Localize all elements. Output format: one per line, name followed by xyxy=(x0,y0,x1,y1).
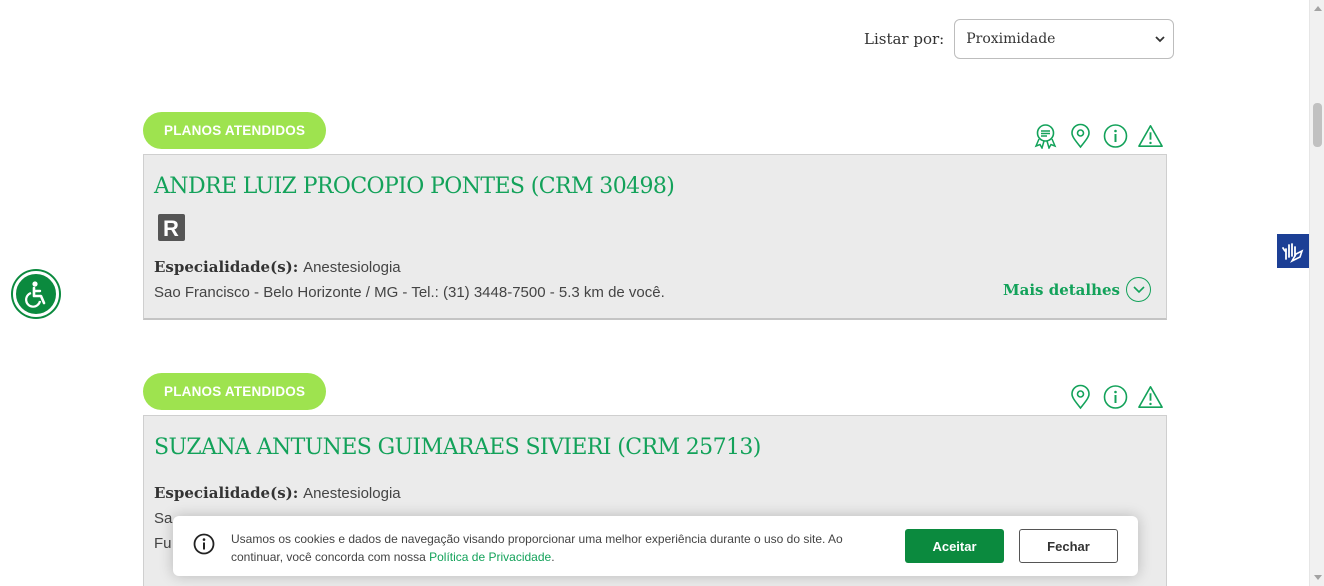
chevron-down-circle-icon xyxy=(1126,277,1151,302)
sort-select[interactable]: Proximidade xyxy=(954,19,1175,59)
cookie-text: Usamos os cookies e dados de navegação v… xyxy=(231,530,851,566)
sort-selected-value: Proximidade xyxy=(966,31,1056,47)
card-icons xyxy=(1033,123,1163,149)
scroll-thumb[interactable] xyxy=(1313,103,1322,147)
cookie-text-line2: continuar, você concorda com nossa xyxy=(231,550,430,564)
award-icon[interactable] xyxy=(1033,123,1058,149)
info-icon[interactable] xyxy=(1103,384,1128,410)
close-cookies-button[interactable]: Fechar xyxy=(1019,529,1118,563)
plans-button[interactable]: PLANOS ATENDIDOS xyxy=(143,373,327,410)
specialty-value: Anestesiologia xyxy=(303,259,401,276)
more-details-button[interactable]: Mais detalhes xyxy=(1003,277,1151,302)
warning-icon[interactable] xyxy=(1138,384,1163,410)
accept-cookies-button[interactable]: Aceitar xyxy=(905,529,1004,563)
cookie-banner: Usamos os cookies e dados de navegação v… xyxy=(173,516,1138,576)
sort-row: Listar por: Proximidade xyxy=(864,19,1175,59)
accessibility-button[interactable] xyxy=(13,271,59,317)
info-icon xyxy=(193,533,215,555)
doctor-card-1: PLANOS ATENDIDOS ANDRE LUIZ PROCOPIO PON… xyxy=(143,112,1167,322)
scroll-down-arrow-icon[interactable] xyxy=(1314,575,1322,580)
map-pin-icon[interactable] xyxy=(1068,384,1093,410)
doctor-name[interactable]: ANDRE LUIZ PROCOPIO PONTES (CRM 30498) xyxy=(154,174,675,199)
address-line: Sa xyxy=(154,510,173,527)
specialty-line: Especialidade(s): Anestesiologia xyxy=(154,258,401,276)
specialty-label: Especialidade(s): xyxy=(154,258,299,276)
specialty-value: Anestesiologia xyxy=(303,485,401,502)
svg-text:R: R xyxy=(163,216,179,241)
doctor-name[interactable]: SUZANA ANTUNES GUIMARAES SIVIERI (CRM 25… xyxy=(154,435,761,460)
privacy-policy-link[interactable]: Política de Privacidade xyxy=(429,550,551,564)
chevron-down-icon xyxy=(1155,36,1165,43)
info-icon[interactable] xyxy=(1103,123,1128,149)
wheelchair-icon xyxy=(25,281,46,308)
scroll-up-arrow-icon[interactable] xyxy=(1314,6,1322,11)
cookie-text-line1: Usamos os cookies e dados de navegação v… xyxy=(231,532,843,546)
specialty-label: Especialidade(s): xyxy=(154,484,299,502)
plans-button[interactable]: PLANOS ATENDIDOS xyxy=(143,112,327,149)
hands-icon xyxy=(1282,243,1304,263)
more-details-label: Mais detalhes xyxy=(1003,280,1120,299)
sort-label: Listar por: xyxy=(864,30,945,48)
doctor-card-body: ANDRE LUIZ PROCOPIO PONTES (CRM 30498) R… xyxy=(143,154,1167,320)
card-icons xyxy=(1068,384,1163,410)
cookie-text-end: . xyxy=(551,550,555,564)
sign-language-button[interactable] xyxy=(1277,234,1309,268)
page: Listar por: Proximidade PLANOS ATENDIDOS… xyxy=(0,0,1324,586)
map-pin-icon[interactable] xyxy=(1068,123,1093,149)
warning-icon[interactable] xyxy=(1138,123,1163,149)
specialty-line: Especialidade(s): Anestesiologia xyxy=(154,484,401,502)
rqe-badge-icon: R xyxy=(158,214,185,241)
address-line: Sao Francisco - Belo Horizonte / MG - Te… xyxy=(154,284,665,301)
address-line-2: Fu xyxy=(154,535,172,552)
scrollbar[interactable] xyxy=(1309,0,1324,586)
